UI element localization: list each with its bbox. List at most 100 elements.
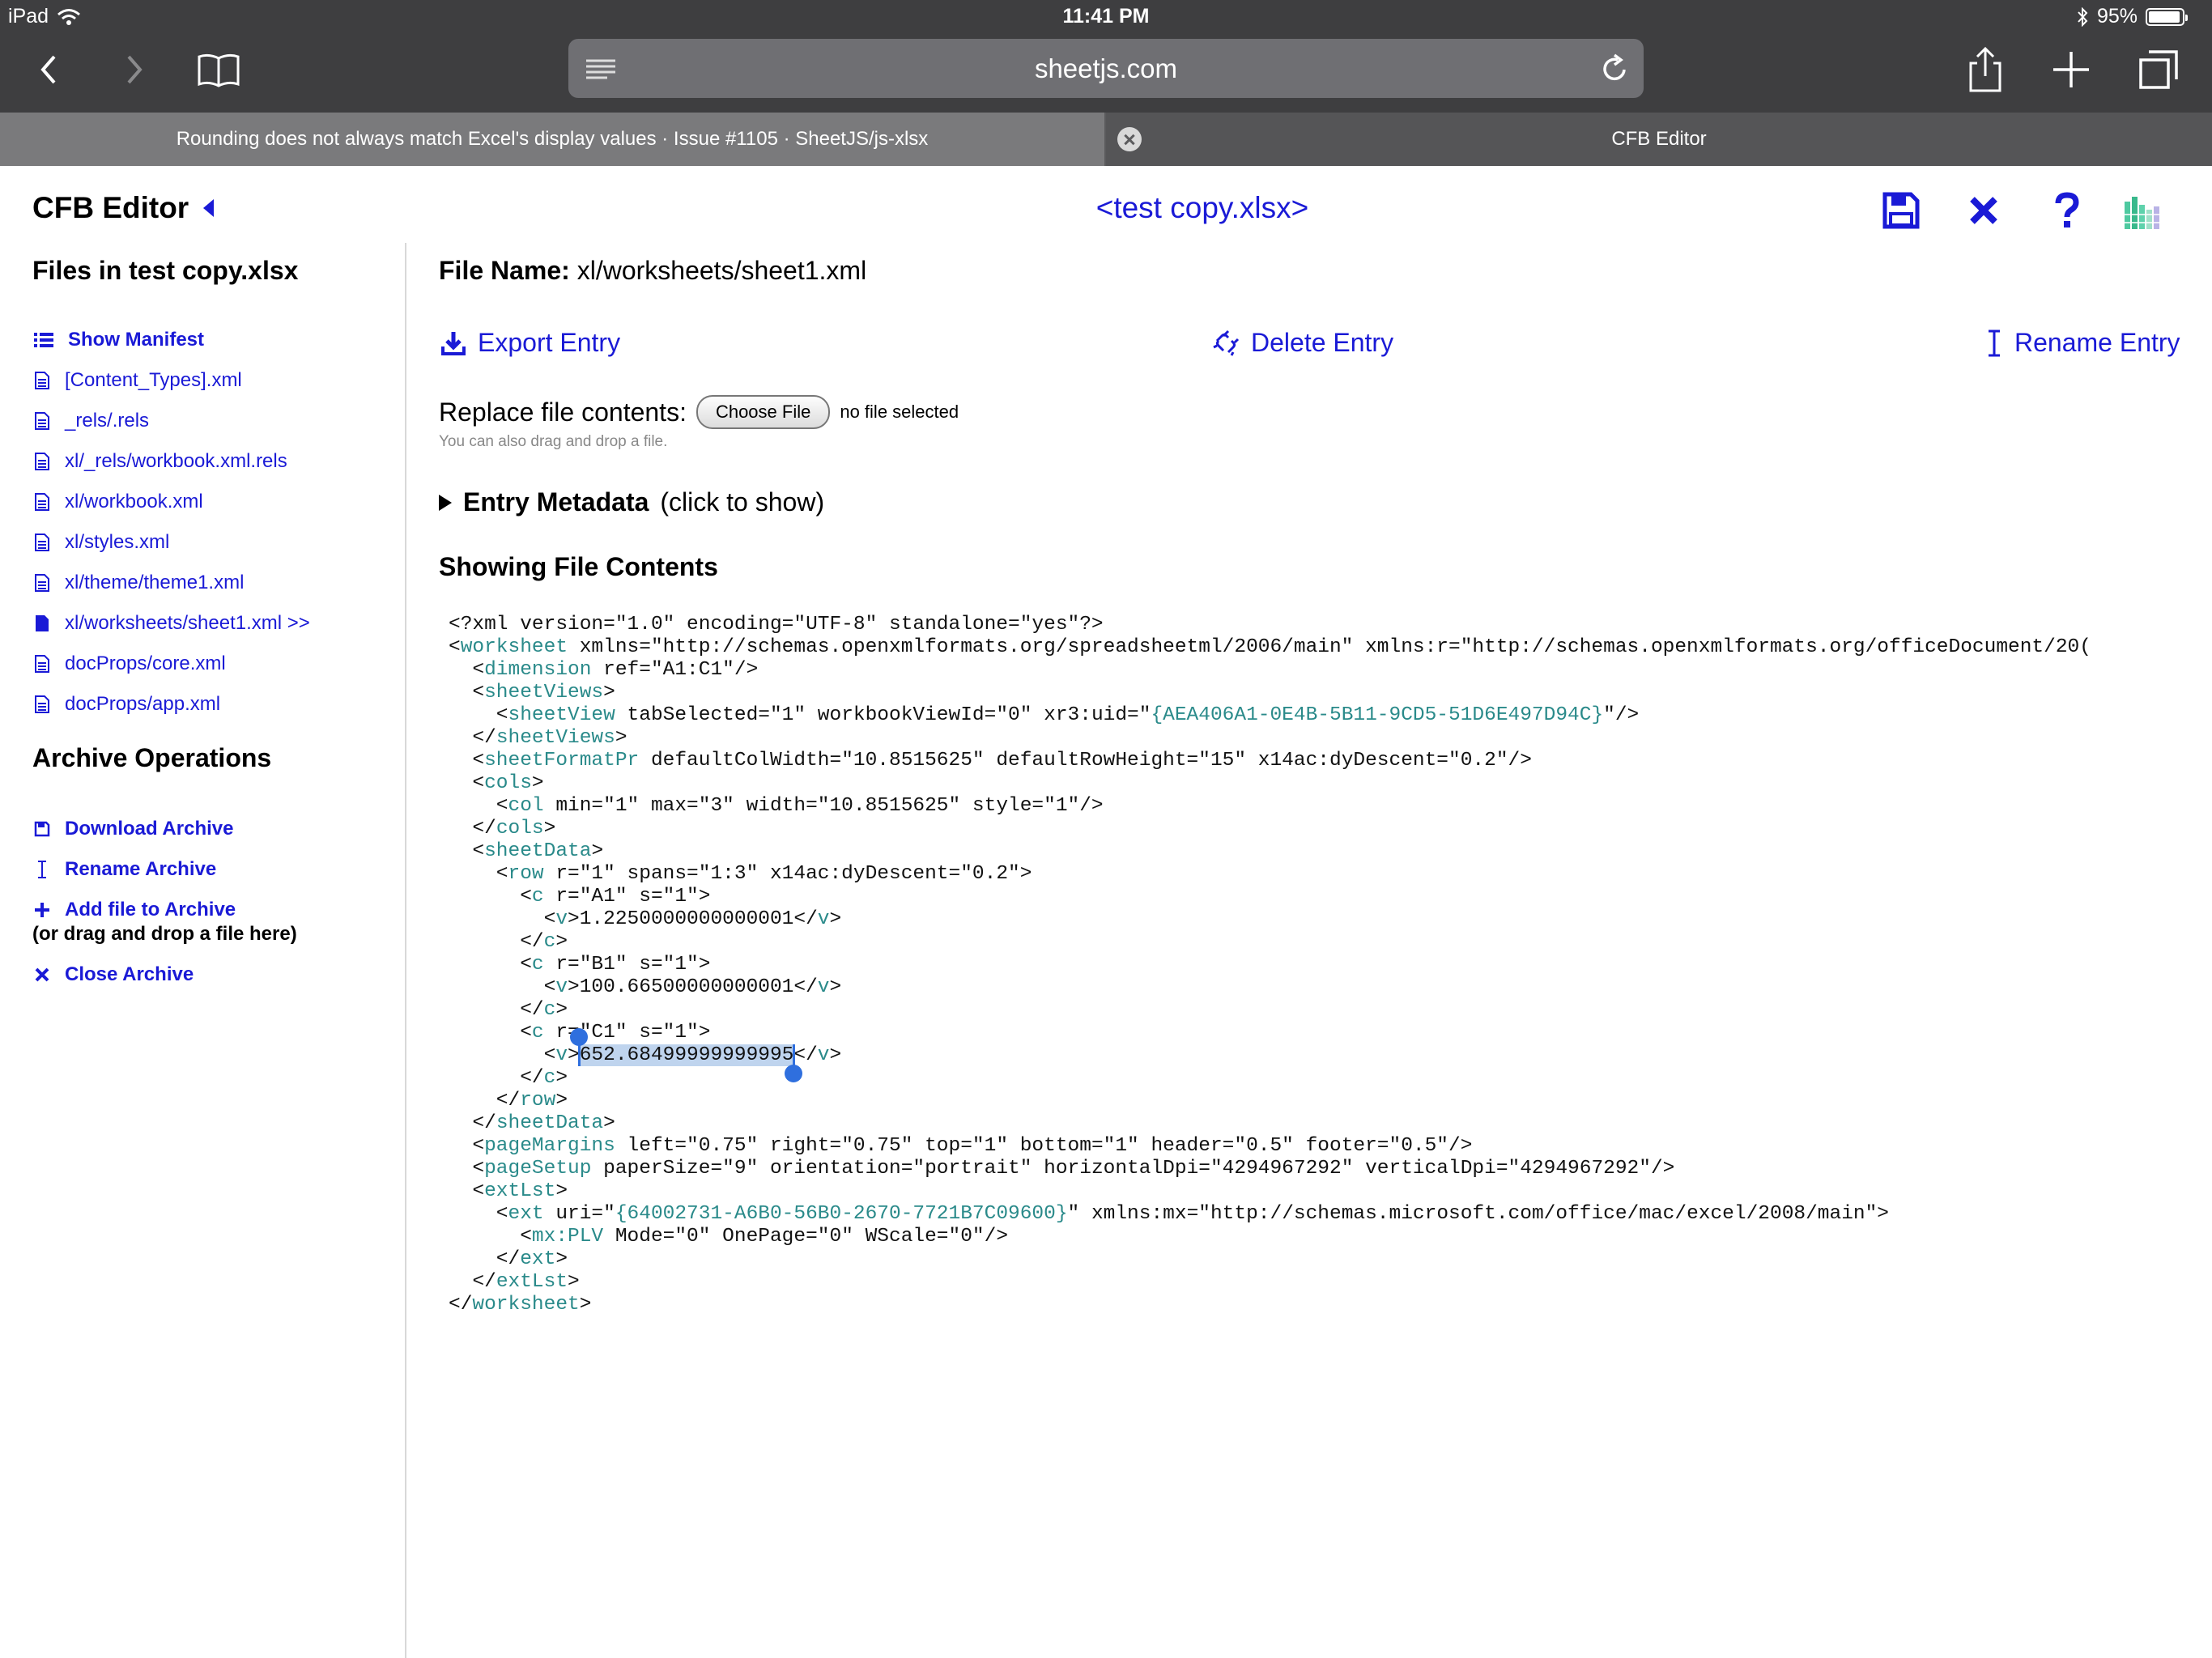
plus-icon [2053,52,2089,87]
bookmarks-button[interactable] [194,45,243,94]
sidebar-file-core[interactable]: docProps/core.xml [34,653,226,675]
chevron-left-icon [40,55,56,84]
download-archive-link[interactable]: Download Archive [34,818,233,840]
sidebar: Files in test copy.xlsx Show Manifest [C… [0,243,406,1658]
share-icon [1969,47,2001,92]
sidebar-file-styles[interactable]: xl/styles.xml [34,531,169,554]
code-line: </sheetViews> [449,727,627,749]
replace-label: Replace file contents: [439,397,687,427]
show-manifest-link[interactable]: Show Manifest [34,329,204,351]
battery-icon [2146,7,2188,26]
no-file-status: no file selected [840,402,959,422]
sidebar-item-label: [Content_Types].xml [65,369,242,391]
code-line: <dimension ref="A1:C1"/> [449,659,759,681]
code-line: </c> [449,999,568,1021]
sidebar-item-label: Close Archive [65,963,194,985]
sidebar-file-app[interactable]: docProps/app.xml [34,693,220,716]
showing-contents-heading: Showing File Contents [439,552,718,581]
close-icon [35,967,49,982]
delete-entry-button[interactable]: Delete Entry [1212,328,1393,358]
document-icon [35,372,49,389]
sidebar-file-workbook-rels[interactable]: xl/_rels/workbook.xml.rels [34,450,287,473]
document-icon [35,695,49,713]
entry-metadata-toggle[interactable]: Entry Metadata (click to show) [439,487,824,517]
tab-github-issue[interactable]: Rounding does not always match Excel's d… [0,113,1104,166]
code-line: <worksheet xmlns="http://schemas.openxml… [449,636,2091,658]
collapse-sidebar-icon[interactable] [203,199,215,217]
code-line: </sheetData> [449,1112,615,1134]
close-icon [1970,197,1997,224]
metadata-hint: (click to show) [660,487,825,517]
code-line: <sheetFormatPr defaultColWidth="10.85156… [449,750,1532,772]
code-line: <extLst> [449,1180,568,1202]
code-line: <sheetViews> [449,682,615,704]
sidebar-item-label: _rels/.rels [65,410,150,432]
close-button[interactable] [1959,186,2008,235]
battery-level [2149,11,2180,23]
file-contents-code[interactable]: <?xml version="1.0" encoding="UTF-8" sta… [449,614,2189,1326]
broken-link-icon [1213,329,1240,356]
address-bar[interactable]: sheetjs.com [568,39,1644,98]
add-file-link[interactable]: Add file to Archive [34,899,236,921]
drag-drop-hint: You can also drag and drop a file. [439,433,668,450]
tab-close-icon[interactable] [1117,127,1142,151]
code-line: <v>652.68499999999995</v> [449,1044,842,1066]
sidebar-item-label: Add file to Archive [65,899,236,920]
code-line: <col min="1" max="3" width="10.8515625" … [449,795,1104,817]
share-button[interactable] [1961,45,2010,94]
selection-start-handle[interactable] [577,1044,581,1066]
list-icon [34,333,53,347]
archive-file-title[interactable]: <test copy.xlsx> [891,191,1514,225]
code-line: </worksheet> [449,1294,592,1316]
document-icon [35,493,49,511]
sidebar-item-label: docProps/core.xml [65,653,226,674]
export-entry-button[interactable]: Export Entry [440,328,620,358]
code-line: <sheetView tabSelected="1" workbookViewI… [449,704,1640,726]
document-icon [35,412,49,430]
file-name-value: xl/worksheets/sheet1.xml [576,256,867,285]
reload-icon[interactable] [1600,53,1629,84]
code-line: </c> [449,931,568,953]
rename-entry-button[interactable]: Rename Entry [1985,328,2180,358]
sidebar-file-workbook[interactable]: xl/workbook.xml [34,491,203,513]
back-button[interactable] [24,45,73,94]
tabs-overview-button[interactable] [2134,45,2183,94]
rename-archive-link[interactable]: Rename Archive [34,858,216,881]
sidebar-file-rels[interactable]: _rels/.rels [34,410,149,432]
save-icon [34,821,50,837]
code-line: <c r="B1" s="1"> [449,954,711,976]
code-line: <v>1.2250000000000001</v> [449,908,842,930]
help-button[interactable] [2043,186,2091,235]
url-text: sheetjs.com [1034,53,1178,83]
browser-chrome: iPad 11:41 PM 95% sheetjs.com [0,0,2212,113]
code-line: </extLst> [449,1271,580,1293]
forward-button[interactable] [110,45,159,94]
file-name-row: File Name: xl/worksheets/sheet1.xml [439,256,866,286]
document-filled-icon [36,615,49,631]
sheetjs-logo[interactable] [2120,186,2168,235]
document-icon [35,574,49,592]
code-line: <pageMargins left="0.75" right="0.75" to… [449,1135,1473,1157]
code-line: <cols> [449,772,544,794]
app-title-text: CFB Editor [32,191,189,224]
tab-bar: Rounding does not always match Excel's d… [0,113,2212,166]
selected-value[interactable]: 652.68499999999995 [579,1044,794,1066]
selection-end-handle[interactable] [793,1044,796,1066]
save-button[interactable] [1877,186,1925,235]
archive-operations-heading: Archive Operations [32,743,272,772]
download-icon [441,331,466,355]
code-line: <pageSetup paperSize="9" orientation="po… [449,1158,1675,1180]
document-icon [35,453,49,470]
sidebar-file-content-types[interactable]: [Content_Types].xml [34,369,242,392]
plus-icon [35,903,49,917]
sidebar-file-theme[interactable]: xl/theme/theme1.xml [34,572,244,594]
tab-cfb-editor[interactable]: CFB Editor [1106,113,2212,166]
close-archive-link[interactable]: Close Archive [34,963,194,986]
sidebar-item-label: xl/workbook.xml [65,491,203,512]
sidebar-item-label: xl/styles.xml [65,531,170,553]
new-tab-button[interactable] [2047,45,2095,94]
sidebar-item-label: Download Archive [65,818,234,840]
sidebar-file-sheet1-active[interactable]: xl/worksheets/sheet1.xml >> [34,612,310,635]
choose-file-button[interactable]: Choose File [696,395,831,429]
selection-start-handle-knob[interactable] [569,1028,588,1046]
